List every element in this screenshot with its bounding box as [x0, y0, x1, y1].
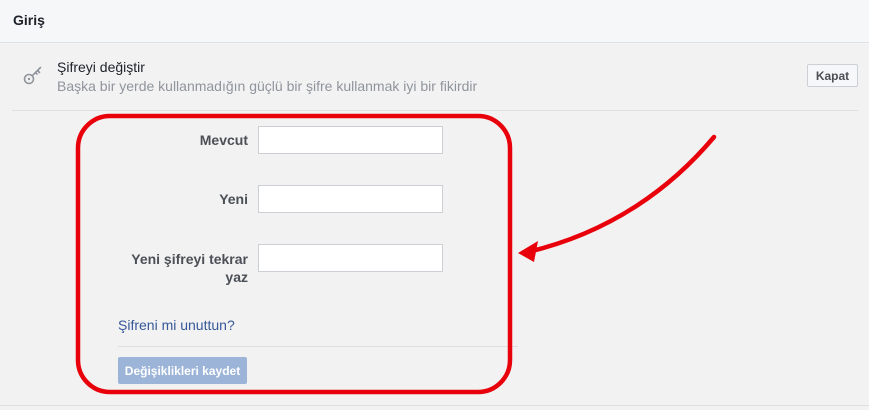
- section-title: Şifreyi değiştir: [57, 59, 145, 75]
- save-changes-button[interactable]: Değişiklikleri kaydet: [118, 357, 247, 384]
- repeat-password-label: Yeni şifreyi tekrar yaz: [131, 251, 248, 285]
- section-divider: [12, 110, 858, 111]
- close-button[interactable]: Kapat: [807, 64, 858, 87]
- repeat-password-input[interactable]: [258, 244, 443, 272]
- header-title: Giriş: [13, 12, 45, 28]
- current-password-label: Mevcut: [199, 132, 248, 148]
- current-password-input[interactable]: [258, 126, 443, 154]
- settings-header: Giriş: [0, 0, 869, 43]
- panel-bottom-border: [0, 405, 869, 406]
- key-icon: [23, 66, 42, 85]
- form-divider: [118, 346, 518, 347]
- forgot-password-link[interactable]: Şifreni mi unuttun?: [118, 317, 235, 333]
- new-password-label: Yeni: [219, 191, 248, 207]
- section-subtitle: Başka bir yerde kullanmadığın güçlü bir …: [57, 78, 478, 94]
- new-password-input[interactable]: [258, 185, 443, 213]
- change-password-panel: [0, 44, 869, 410]
